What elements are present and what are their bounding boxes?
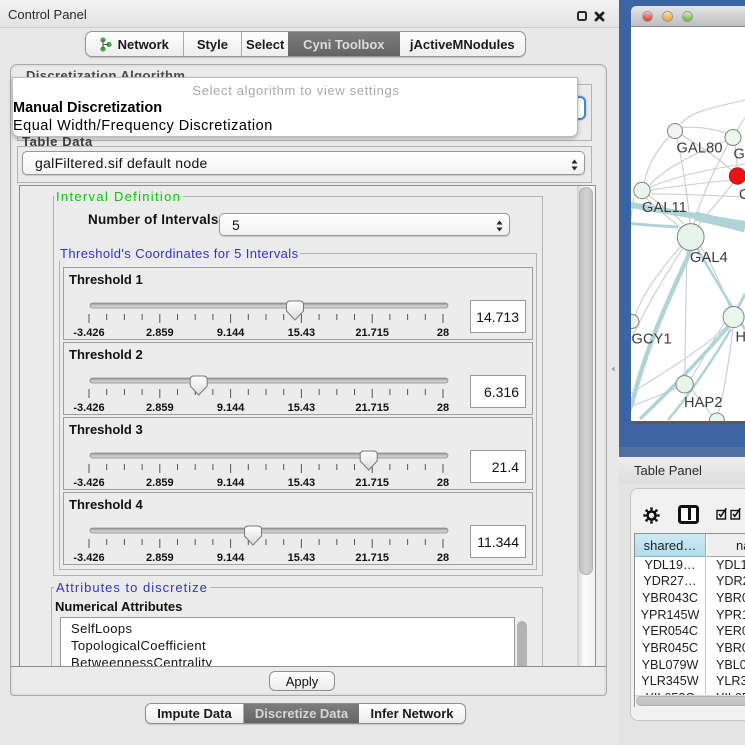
svg-text:GA: GA xyxy=(734,147,745,163)
svg-text:15.43: 15.43 xyxy=(288,402,316,414)
svg-text:21.715: 21.715 xyxy=(355,477,389,489)
svg-text:G: G xyxy=(739,187,745,203)
svg-text:GAL80: GAL80 xyxy=(677,141,723,157)
svg-text:21.715: 21.715 xyxy=(355,327,389,339)
svg-text:28: 28 xyxy=(437,327,449,339)
svg-text:2.859: 2.859 xyxy=(146,552,174,564)
svg-text:28: 28 xyxy=(437,552,449,564)
svg-text:9.144: 9.144 xyxy=(217,327,245,339)
svg-text:15.43: 15.43 xyxy=(288,327,316,339)
svg-text:28: 28 xyxy=(437,477,449,489)
svg-text:2.859: 2.859 xyxy=(146,402,174,414)
svg-text:9.144: 9.144 xyxy=(217,552,245,564)
svg-text:HAP2: HAP2 xyxy=(684,395,723,411)
svg-text:21.715: 21.715 xyxy=(355,552,389,564)
svg-text:9.144: 9.144 xyxy=(217,477,245,489)
svg-text:2.859: 2.859 xyxy=(146,477,174,489)
svg-text:15.43: 15.43 xyxy=(288,477,316,489)
svg-text:9.144: 9.144 xyxy=(217,402,245,414)
svg-text:GAL4: GAL4 xyxy=(690,250,728,266)
svg-text:15.43: 15.43 xyxy=(288,552,316,564)
svg-text:-3.426: -3.426 xyxy=(73,477,104,489)
svg-text:2.859: 2.859 xyxy=(146,327,174,339)
svg-text:-3.426: -3.426 xyxy=(73,327,104,339)
svg-text:GCY1: GCY1 xyxy=(632,332,672,348)
svg-text:-3.426: -3.426 xyxy=(73,402,104,414)
svg-text:21.715: 21.715 xyxy=(355,402,389,414)
svg-text:H: H xyxy=(736,330,745,346)
svg-text:GAL11: GAL11 xyxy=(642,200,687,216)
svg-text:-3.426: -3.426 xyxy=(73,552,104,564)
svg-text:28: 28 xyxy=(437,402,449,414)
